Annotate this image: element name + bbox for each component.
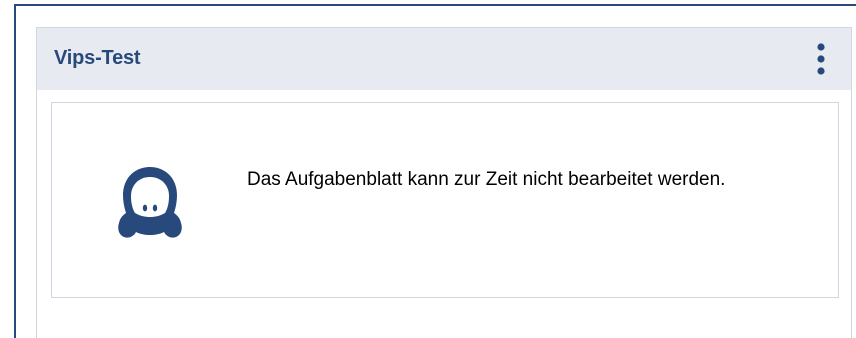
frame-border-left bbox=[14, 4, 16, 338]
kebab-menu-icon[interactable] bbox=[809, 41, 833, 77]
widget-title: Vips-Test bbox=[54, 47, 141, 69]
frame-border-top bbox=[14, 4, 856, 6]
notice-message: Das Aufgabenblatt kann zur Zeit nicht be… bbox=[247, 169, 726, 190]
widget-panel: Vips-Test Das Aufgabenblatt kann zur Zei… bbox=[36, 27, 852, 338]
mascot-icon bbox=[108, 161, 192, 245]
notice-box: Das Aufgabenblatt kann zur Zeit nicht be… bbox=[51, 102, 839, 298]
widget-header: Vips-Test bbox=[37, 28, 851, 90]
